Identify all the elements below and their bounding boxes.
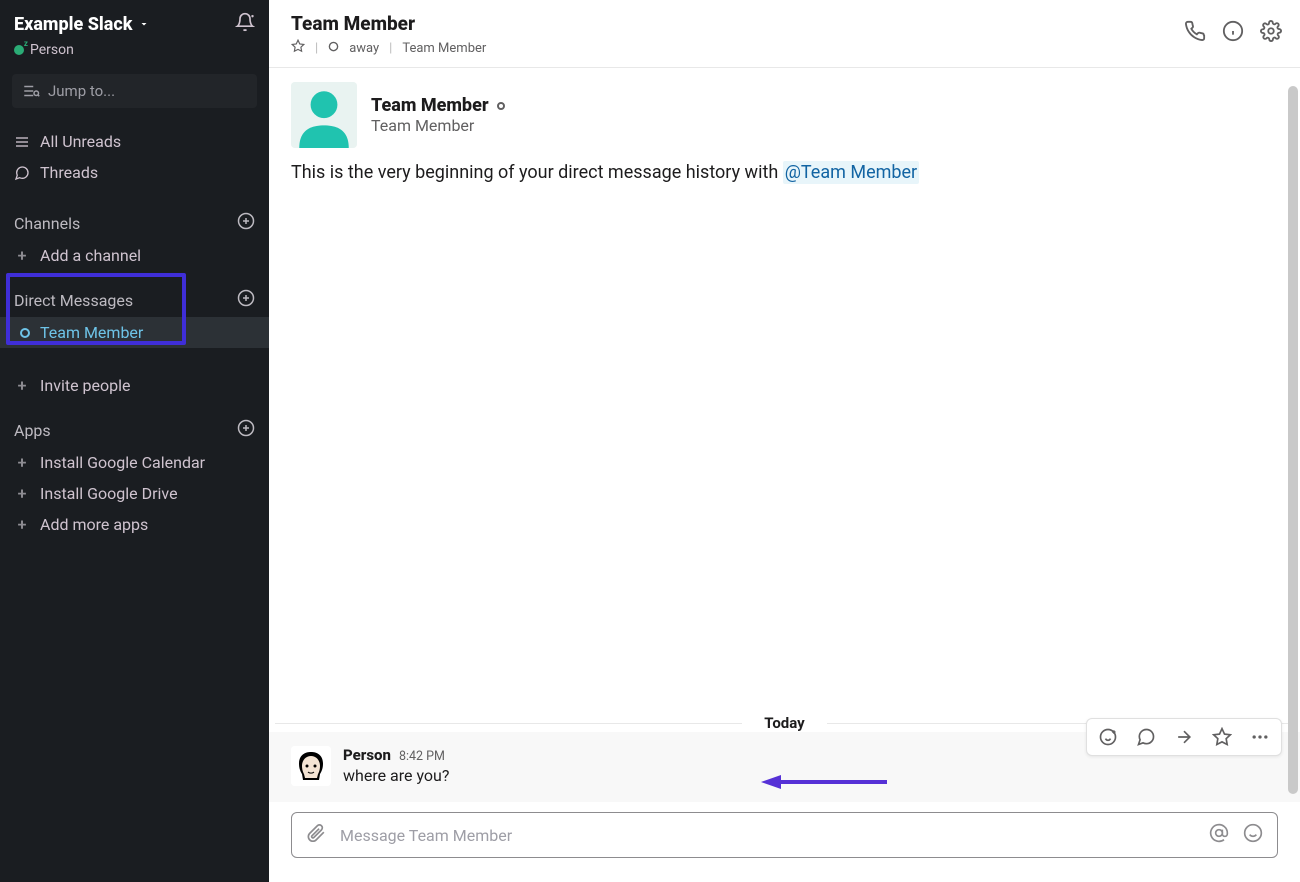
current-user-row[interactable]: Person [0, 42, 269, 68]
mention-icon[interactable] [1209, 823, 1229, 847]
dm-intro-text: Team Member Team Member [371, 95, 505, 135]
invite-people-label: Invite people [40, 376, 130, 395]
message-actions-toolbar [1086, 718, 1282, 756]
channel-header-actions [1184, 12, 1282, 46]
presence-away-icon [497, 102, 505, 110]
call-icon[interactable] [1184, 20, 1206, 46]
add-channel-label: Add a channel [40, 246, 141, 265]
current-user-name: Person [30, 42, 74, 58]
plus-icon: + [14, 246, 30, 265]
notifications-icon[interactable] [235, 12, 255, 36]
attach-file-icon[interactable] [306, 823, 326, 847]
share-message-icon[interactable] [1165, 721, 1203, 753]
emoji-icon[interactable] [1243, 823, 1263, 847]
chevron-down-icon [138, 18, 150, 30]
threads-icon [14, 165, 30, 181]
channels-header[interactable]: Channels [0, 206, 269, 240]
message-composer[interactable]: Message Team Member [291, 812, 1278, 858]
apps-header[interactable]: Apps [0, 413, 269, 447]
channel-title[interactable]: Team Member [291, 12, 486, 35]
app-install-google-calendar[interactable]: + Install Google Calendar [0, 447, 269, 478]
invite-section: + Invite people [0, 352, 269, 405]
workspace-header[interactable]: Example Slack [0, 0, 269, 42]
dm-intro-subtitle: Team Member [371, 116, 505, 135]
save-message-icon[interactable] [1203, 721, 1241, 753]
sidebar-nav: All Unreads Threads [0, 122, 269, 198]
message-body: Person 8:42 PM where are you? [343, 746, 449, 786]
all-unreads-icon [14, 134, 30, 150]
workspace-switcher[interactable]: Example Slack [14, 14, 150, 35]
nav-all-unreads[interactable]: All Unreads [0, 126, 269, 157]
presence-away-icon [20, 328, 30, 338]
app-row-label: Install Google Calendar [40, 453, 205, 472]
new-dm-icon[interactable] [237, 289, 255, 311]
add-channel-icon[interactable] [237, 212, 255, 234]
scrollbar-thumb[interactable] [1288, 86, 1298, 794]
day-divider-label: Today [754, 714, 814, 732]
composer-wrap: Message Team Member [269, 802, 1300, 882]
plus-icon: + [14, 376, 30, 395]
message-author[interactable]: Person [343, 746, 391, 764]
person-silhouette-icon [291, 82, 357, 148]
dm-item-team-member[interactable]: Team Member [0, 317, 269, 348]
nav-threads[interactable]: Threads [0, 157, 269, 188]
jump-to-placeholder: Jump to... [48, 82, 115, 100]
workspace-name: Example Slack [14, 14, 132, 35]
app-install-google-drive[interactable]: + Install Google Drive [0, 478, 269, 509]
message-scroll-region[interactable]: Team Member Team Member This is the very… [269, 68, 1300, 802]
plus-icon: + [14, 515, 30, 534]
apps-header-label: Apps [14, 421, 51, 440]
channels-section: Channels + Add a channel [0, 198, 269, 275]
annotation-arrow-icon [759, 772, 889, 792]
direct-messages-header-label: Direct Messages [14, 291, 133, 310]
add-reaction-icon[interactable] [1089, 721, 1127, 753]
add-channel-row[interactable]: + Add a channel [0, 240, 269, 271]
person-face-icon [291, 746, 331, 786]
plus-icon: + [14, 453, 30, 472]
channel-subheader: | away | Team Member [291, 39, 486, 57]
channel-header-left: Team Member | away | Team Member [291, 12, 486, 57]
app-row-label: Add more apps [40, 515, 148, 534]
channels-header-label: Channels [14, 214, 80, 233]
channel-header: Team Member | away | Team Member [269, 0, 1300, 68]
scroll-spacer [269, 193, 1300, 714]
apps-section: Apps + Install Google Calendar + Install… [0, 405, 269, 544]
nav-all-unreads-label: All Unreads [40, 132, 121, 151]
message-timestamp[interactable]: 8:42 PM [399, 749, 445, 764]
invite-people-row[interactable]: + Invite people [0, 370, 269, 401]
message-row[interactable]: Person 8:42 PM where are you? [269, 732, 1300, 802]
more-actions-icon[interactable] [1241, 721, 1279, 753]
message-text: where are you? [343, 766, 449, 785]
sidebar: Example Slack Person Jump to... All Unre… [0, 0, 269, 882]
channel-status-label: away [349, 41, 379, 56]
app-row-label: Install Google Drive [40, 484, 178, 503]
start-thread-icon[interactable] [1127, 721, 1165, 753]
dm-intro-name-row: Team Member [371, 95, 505, 116]
presence-away-icon [328, 41, 339, 56]
dm-beginning-text: This is the very beginning of your direc… [269, 156, 1300, 193]
presence-active-icon [14, 45, 24, 55]
direct-messages-header[interactable]: Direct Messages [0, 283, 269, 317]
dm-item-label: Team Member [40, 323, 143, 342]
dm-intro-avatar[interactable] [291, 82, 357, 148]
message-avatar[interactable] [291, 746, 331, 786]
main-content: Team Member | away | Team Member [269, 0, 1300, 882]
dm-intro: Team Member Team Member [269, 68, 1300, 156]
plus-icon: + [14, 484, 30, 503]
settings-icon[interactable] [1260, 20, 1282, 46]
quick-switcher-icon [22, 82, 40, 100]
user-mention[interactable]: @Team Member [783, 161, 919, 184]
star-icon[interactable] [291, 39, 305, 57]
direct-messages-section: Direct Messages Team Member [0, 275, 269, 352]
dm-intro-name[interactable]: Team Member [371, 95, 489, 116]
info-icon[interactable] [1222, 20, 1244, 46]
app-add-more[interactable]: + Add more apps [0, 509, 269, 540]
dm-beginning-prefix: This is the very beginning of your direc… [291, 162, 783, 183]
nav-threads-label: Threads [40, 163, 98, 182]
jump-to-search[interactable]: Jump to... [12, 74, 257, 108]
composer-placeholder: Message Team Member [340, 826, 1195, 845]
channel-subtitle: Team Member [402, 41, 486, 56]
add-app-icon[interactable] [237, 419, 255, 441]
